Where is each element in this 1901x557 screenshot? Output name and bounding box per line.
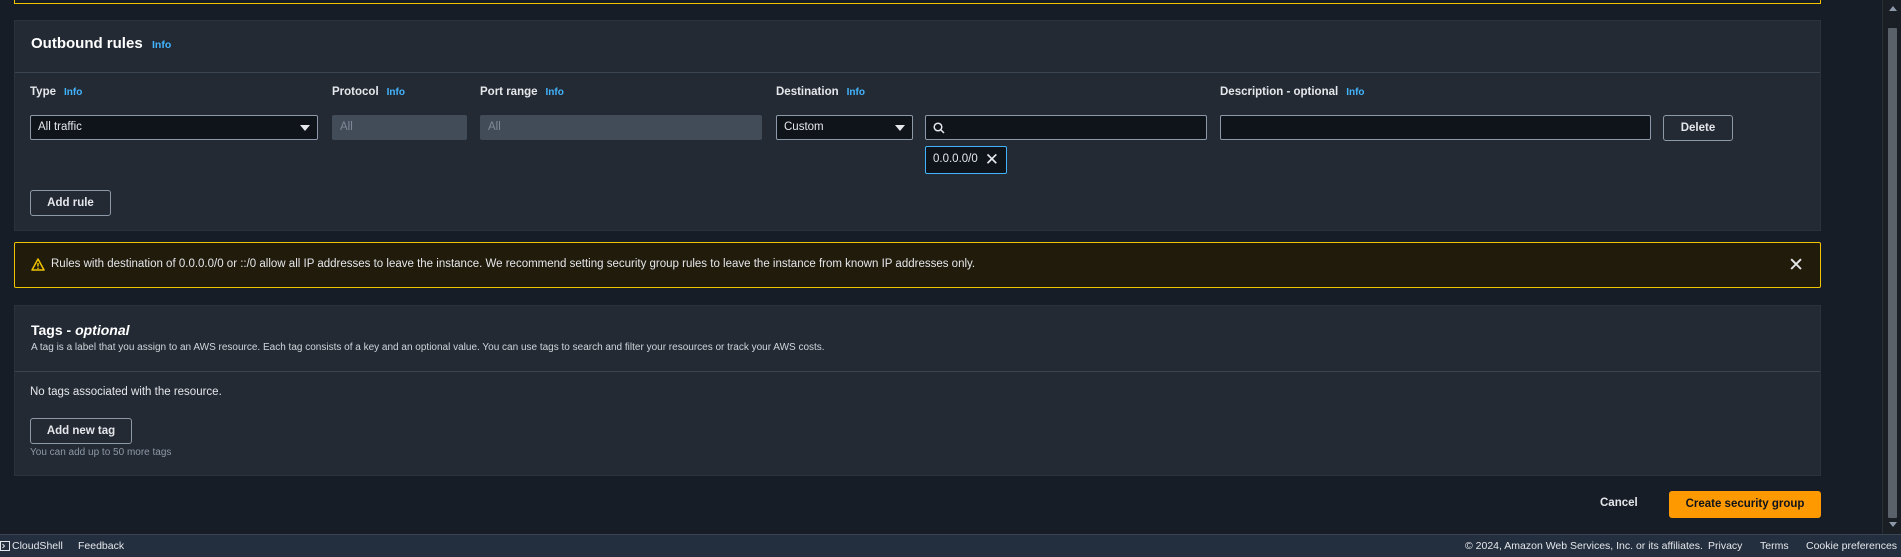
tags-title: Tags - optional — [31, 322, 1804, 338]
search-icon — [933, 122, 945, 134]
tags-title-optional: optional — [75, 322, 130, 338]
outbound-rules-title: Outbound rules — [31, 35, 143, 52]
protocol-input: All — [332, 115, 467, 140]
tags-description: A tag is a label that you assign to an A… — [31, 342, 825, 353]
feedback-link[interactable]: Feedback — [78, 540, 124, 552]
port-range-placeholder: All — [488, 121, 501, 133]
vertical-scrollbar[interactable] — [1882, 0, 1901, 534]
type-info-link[interactable]: Info — [64, 87, 82, 98]
terms-link[interactable]: Terms — [1760, 540, 1789, 552]
protocol-label: Protocol Info — [332, 86, 405, 98]
tags-title-main: Tags - — [31, 322, 76, 338]
destination-label: Destination Info — [776, 86, 865, 98]
scroll-up-icon[interactable] — [1889, 6, 1897, 11]
tags-empty-message: No tags associated with the resource. — [30, 386, 222, 398]
description-info-link[interactable]: Info — [1346, 87, 1364, 98]
scroll-down-icon[interactable] — [1889, 522, 1897, 527]
destination-token-value: 0.0.0.0/0 — [933, 153, 978, 165]
scroll-thumb[interactable] — [1888, 28, 1897, 518]
tags-header: Tags - optional A tag is a label that yo… — [15, 306, 1820, 372]
description-label-text: Description - optional — [1220, 86, 1339, 98]
cancel-button[interactable]: Cancel — [1600, 497, 1638, 509]
destination-label-text: Destination — [776, 86, 839, 98]
destination-info-link[interactable]: Info — [847, 87, 865, 98]
close-icon[interactable]: ✕ — [985, 150, 999, 170]
outbound-rules-header: Outbound rules Info — [15, 21, 1820, 73]
protocol-placeholder: All — [340, 121, 353, 133]
destination-mode-select[interactable]: Custom — [776, 115, 913, 140]
cloudshell-icon[interactable] — [0, 541, 10, 551]
add-rule-button[interactable]: Add rule — [30, 190, 111, 216]
add-new-tag-button[interactable]: Add new tag — [30, 418, 132, 444]
warning-text: Rules with destination of 0.0.0.0/0 or :… — [51, 258, 976, 270]
port-range-label: Port range Info — [480, 86, 564, 98]
copyright-text: © 2024, Amazon Web Services, Inc. or its… — [1465, 540, 1703, 552]
protocol-info-link[interactable]: Info — [387, 87, 405, 98]
cloudshell-link[interactable]: CloudShell — [12, 540, 63, 552]
outbound-rules-info-link[interactable]: Info — [152, 39, 171, 51]
tags-panel: Tags - optional A tag is a label that yo… — [14, 305, 1821, 476]
privacy-link[interactable]: Privacy — [1708, 540, 1742, 552]
destination-search-input[interactable] — [925, 115, 1207, 140]
chevron-down-icon — [895, 125, 905, 131]
description-input[interactable] — [1220, 115, 1651, 140]
destination-mode-value: Custom — [784, 121, 824, 133]
destination-token: 0.0.0.0/0 ✕ — [925, 146, 1007, 174]
close-icon[interactable]: ✕ — [1788, 254, 1804, 277]
cookie-preferences-link[interactable]: Cookie preferences — [1806, 540, 1897, 552]
type-select[interactable]: All traffic — [30, 115, 318, 140]
create-security-group-button[interactable]: Create security group — [1669, 491, 1821, 518]
type-label-text: Type — [30, 86, 56, 98]
protocol-label-text: Protocol — [332, 86, 379, 98]
port-range-label-text: Port range — [480, 86, 538, 98]
warning-icon — [31, 258, 45, 271]
previous-panel-edge — [14, 0, 1821, 4]
warning-alert: Rules with destination of 0.0.0.0/0 or :… — [14, 242, 1821, 288]
port-range-input: All — [480, 115, 762, 140]
delete-rule-button[interactable]: Delete — [1663, 115, 1733, 141]
port-range-info-link[interactable]: Info — [546, 87, 564, 98]
type-label: Type Info — [30, 86, 82, 98]
description-label: Description - optional Info — [1220, 86, 1365, 98]
console-footer: CloudShell Feedback © 2024, Amazon Web S… — [0, 534, 1901, 557]
chevron-down-icon — [300, 125, 310, 131]
type-select-value: All traffic — [38, 121, 82, 133]
tags-limit-hint: You can add up to 50 more tags — [30, 447, 172, 458]
main-content: Outbound rules Info Type Info Protocol Inf… — [0, 0, 1860, 534]
